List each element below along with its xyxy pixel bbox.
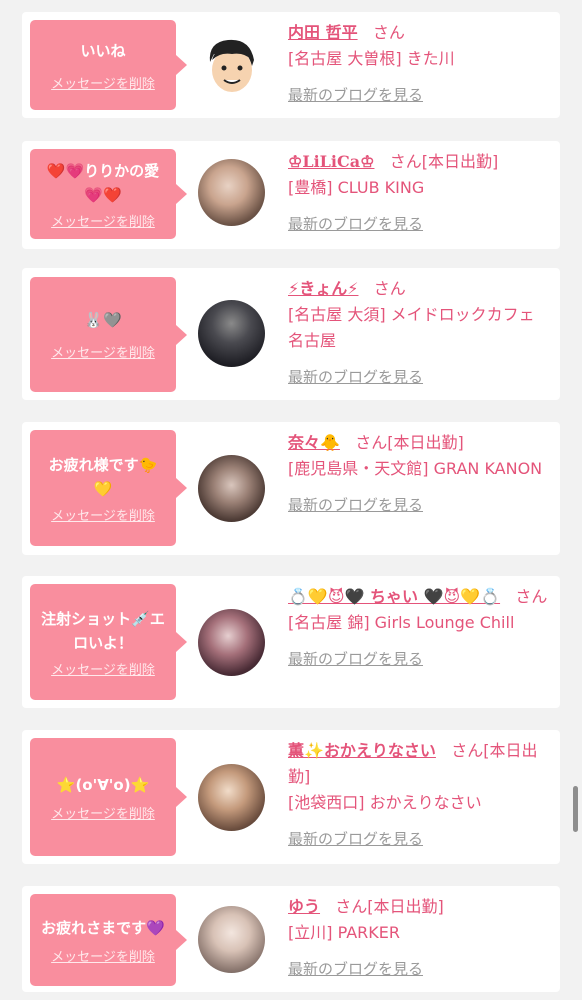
entry-info: 奈々🐥 さん[本日出勤] [鹿児島県・天文館] GRAN KANON 最新のブロ… [288,430,550,518]
entry-card: 注射ショット💉エロいよ！ メッセージを削除 💍💛😈🖤 ちゃい 🖤😈💛💍 さん [… [22,576,560,708]
shop-name: [豊橋] CLUB KING [288,178,425,197]
cast-name-link[interactable]: ⚡きょん⚡ [288,279,358,298]
entry-info: ゆう さん[本日出勤] [立川] PARKER 最新のブログを見る [288,894,550,982]
message-text: いいね [80,41,126,60]
avatar[interactable] [198,455,265,522]
entry-info: ♔LiLiCa♔ さん[本日出勤] [豊橋] CLUB KING 最新のブログを… [288,149,550,237]
entry-card: ⭐(o'∀'o)⭐ メッセージを削除 薫✨おかえりなさい さん[本日出勤] [池… [22,730,560,864]
message-text: 注射ショット💉エロいよ！ [41,609,165,652]
entry-info: 薫✨おかえりなさい さん[本日出勤] [池袋西口] おかえりなさい 最新のブログ… [288,738,550,852]
avatar[interactable] [198,32,265,99]
entry-card: ❤️💗りりかの愛💗❤️ メッセージを削除 ♔LiLiCa♔ さん[本日出勤] [… [22,141,560,249]
latest-blog-link[interactable]: 最新のブログを見る [288,364,423,390]
shop-name: [名古屋 大須] メイドロックカフェ名古屋 [288,305,535,350]
latest-blog-link[interactable]: 最新のブログを見る [288,211,423,237]
latest-blog-link[interactable]: 最新のブログを見る [288,956,423,982]
cast-name-link[interactable]: ゆう [288,897,320,916]
delete-message-link[interactable]: メッセージを削除 [51,505,155,524]
entry-card: お疲れ様です🐤💛 メッセージを削除 奈々🐥 さん[本日出勤] [鹿児島県・天文館… [22,422,560,555]
cast-suffix: さん[本日出勤] [389,152,499,171]
entry-card: 🐰🩶 メッセージを削除 ⚡きょん⚡ さん [名古屋 大須] メイドロックカフェ名… [22,268,560,400]
message-bubble: お疲れさまです💜 メッセージを削除 [30,894,187,986]
shop-name: [鹿児島県・天文館] GRAN KANON [288,459,543,478]
cast-suffix: さん[本日出勤] [335,897,444,916]
message-text: お疲れさまです💜 [41,918,165,937]
latest-blog-link[interactable]: 最新のブログを見る [288,492,423,518]
avatar[interactable] [198,159,265,226]
message-text: ⭐(o'∀'o)⭐ [56,775,150,794]
delete-message-link[interactable]: メッセージを削除 [51,803,155,822]
shop-name: [名古屋 大曽根] きた川 [288,49,455,68]
message-bubble: ⭐(o'∀'o)⭐ メッセージを削除 [30,738,187,856]
delete-message-link[interactable]: メッセージを削除 [51,73,155,92]
entry-card: いいね メッセージを削除 内田 哲平 さん [名古屋 大曽根] きた川 最新のブ… [22,12,560,118]
cast-suffix: さん[本日出勤] [355,433,464,452]
avatar[interactable] [198,764,265,831]
delete-message-link[interactable]: メッセージを削除 [51,659,155,678]
delete-message-link[interactable]: メッセージを削除 [51,211,155,230]
message-bubble: 🐰🩶 メッセージを削除 [30,277,187,392]
cast-name-link[interactable]: 内田 哲平 [288,23,358,42]
cast-name-link[interactable]: 奈々🐥 [288,433,340,452]
latest-blog-link[interactable]: 最新のブログを見る [288,82,423,108]
avatar[interactable] [198,609,265,676]
avatar[interactable] [198,906,265,973]
cast-name-link[interactable]: 💍💛😈🖤 ちゃい 🖤😈💛💍 [288,587,500,606]
cast-suffix: さん [372,23,405,42]
message-text: 🐰🩶 [84,311,122,329]
scrollbar-thumb[interactable] [573,786,578,832]
message-text: お疲れ様です🐤💛 [48,455,158,498]
cast-suffix: さん [373,279,406,298]
delete-message-link[interactable]: メッセージを削除 [51,342,155,361]
latest-blog-link[interactable]: 最新のブログを見る [288,826,423,852]
message-bubble: ❤️💗りりかの愛💗❤️ メッセージを削除 [30,149,187,239]
message-bubble: 注射ショット💉エロいよ！ メッセージを削除 [30,584,187,700]
delete-message-link[interactable]: メッセージを削除 [51,946,155,965]
avatar[interactable] [198,300,265,367]
message-bubble: いいね メッセージを削除 [30,20,187,110]
message-bubble: お疲れ様です🐤💛 メッセージを削除 [30,430,187,546]
entry-info: ⚡きょん⚡ さん [名古屋 大須] メイドロックカフェ名古屋 最新のブログを見る [288,276,550,390]
cast-name-link[interactable]: ♔LiLiCa♔ [288,152,374,171]
shop-name: [立川] PARKER [288,923,400,942]
latest-blog-link[interactable]: 最新のブログを見る [288,646,423,672]
cast-suffix: さん [515,587,548,606]
cast-name-link[interactable]: 薫✨おかえりなさい [288,741,436,760]
message-text: ❤️💗りりかの愛💗❤️ [46,161,160,204]
entry-info: 💍💛😈🖤 ちゃい 🖤😈💛💍 さん [名古屋 錦] Girls Lounge Ch… [288,584,550,672]
entry-info: 内田 哲平 さん [名古屋 大曽根] きた川 最新のブログを見る [288,20,550,108]
entry-card: お疲れさまです💜 メッセージを削除 ゆう さん[本日出勤] [立川] PARKE… [22,886,560,992]
shop-name: [池袋西口] おかえりなさい [288,793,482,812]
shop-name: [名古屋 錦] Girls Lounge Chill [288,613,515,632]
